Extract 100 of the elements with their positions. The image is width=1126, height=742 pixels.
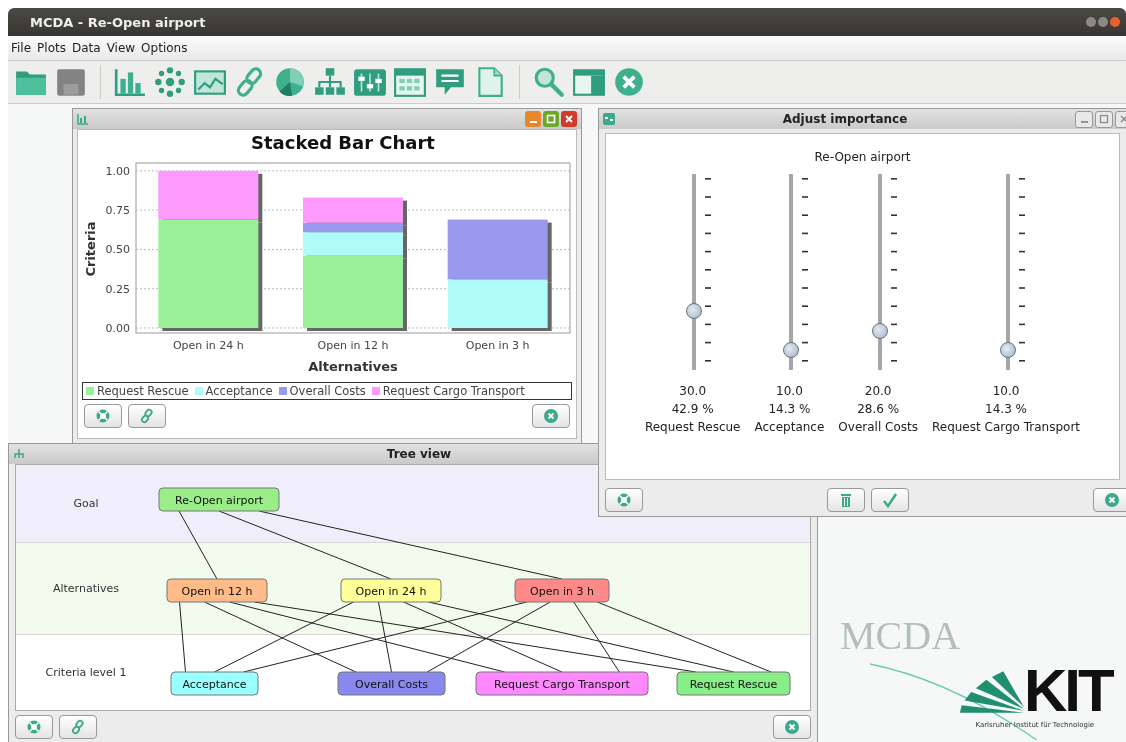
window-title: MCDA - Re-Open airport	[30, 14, 206, 30]
weight-value: 10.0	[992, 383, 1020, 400]
calendar-icon[interactable]	[393, 66, 427, 98]
delete-button[interactable]	[827, 488, 865, 512]
link-button[interactable]	[128, 404, 166, 428]
fan-logo-icon	[958, 669, 1024, 715]
link-icon	[139, 408, 155, 424]
slider-thumb[interactable]	[999, 342, 1016, 359]
window-title: Tree view	[386, 447, 452, 461]
close-icon	[1104, 492, 1120, 508]
slider-thumb[interactable]	[686, 303, 703, 320]
tree-node[interactable]: Open in 24 h	[340, 578, 442, 603]
hierarchy-icon	[13, 448, 25, 460]
menu-item[interactable]: Options	[140, 41, 189, 55]
close-icon	[543, 408, 559, 424]
logo-text: KIT	[1024, 667, 1112, 715]
close-button[interactable]	[1110, 17, 1120, 27]
close-button[interactable]	[561, 111, 577, 127]
menu-item[interactable]: Plots	[36, 41, 67, 55]
level-label: Alternatives	[51, 582, 121, 595]
chart-title: Stacked Bar Chart	[251, 132, 435, 153]
axis-tick-label: 0.25	[105, 282, 130, 296]
tree-node[interactable]: Overall Costs	[337, 671, 446, 696]
axis-tick-label: Open in 12 h	[317, 339, 389, 352]
menu-item[interactable]: View	[105, 41, 137, 55]
tree-node[interactable]: Request Cargo Transport	[475, 671, 649, 696]
tree-node[interactable]: Open in 3 h	[514, 578, 610, 603]
criterion-label: Request Cargo Transport	[931, 419, 1081, 436]
maximize-button[interactable]	[543, 111, 559, 127]
close-button[interactable]	[1093, 488, 1126, 512]
window-title: Adjust importance	[782, 112, 908, 126]
menu-item[interactable]: File	[10, 41, 33, 55]
sliders-icon	[603, 113, 615, 125]
close-icon[interactable]	[612, 66, 646, 98]
axis-tick-label: 0.50	[105, 243, 130, 257]
close-button[interactable]	[532, 404, 570, 428]
link-icon	[70, 719, 86, 735]
level-label: Criteria level 1	[44, 666, 128, 679]
help-button[interactable]	[84, 404, 122, 428]
axis-tick-label: 0.00	[105, 322, 130, 335]
axis-tick-label: 0.75	[105, 204, 130, 218]
x-axis-title: Alternatives	[308, 359, 398, 374]
lifebuoy-icon	[95, 408, 111, 424]
close-icon	[563, 113, 575, 125]
bar-chart-icon	[77, 113, 89, 125]
minimize-button[interactable]	[525, 111, 541, 127]
lifebuoy-icon	[26, 719, 42, 735]
close-icon	[784, 719, 800, 735]
scatter-icon[interactable]	[153, 66, 187, 98]
link-button[interactable]	[59, 715, 97, 739]
axis-tick-label: Open in 3 h	[465, 339, 530, 352]
connector-line	[179, 601, 186, 673]
close-button[interactable]	[773, 715, 811, 739]
weight-percent: 28.6 %	[857, 401, 900, 418]
search-icon[interactable]	[532, 66, 566, 98]
watermark-text: MCDA	[840, 612, 961, 659]
weight-percent: 42.9 %	[671, 401, 714, 418]
criterion-label: Request Rescue	[644, 419, 741, 436]
checkmark-icon	[882, 492, 898, 508]
lifebuoy-icon	[616, 492, 632, 508]
pie-chart-icon[interactable]	[273, 66, 307, 98]
axis-tick-label: 1.00	[105, 164, 130, 178]
sliders-icon[interactable]	[353, 66, 387, 98]
tree-node[interactable]: Acceptance	[170, 671, 259, 696]
weight-percent: 14.3 %	[768, 401, 811, 418]
minimize-button[interactable]	[1075, 110, 1093, 128]
slider-thumb[interactable]	[782, 342, 799, 359]
legend-label: Request Rescue	[97, 384, 189, 398]
legend-label: Overall Costs	[289, 384, 366, 398]
weight-value: 30.0	[679, 383, 707, 400]
hierarchy-icon[interactable]	[313, 66, 347, 98]
menu-item[interactable]: Data	[70, 41, 102, 55]
maximize-icon	[545, 113, 557, 125]
trash-icon	[838, 492, 854, 508]
axis-tick-label: Open in 24 h	[172, 339, 244, 352]
level-label: Goal	[72, 497, 100, 510]
y-axis-title: Criteria	[83, 221, 98, 277]
layout-icon[interactable]	[572, 66, 606, 98]
tree-node[interactable]: Request Rescue	[676, 671, 791, 696]
tree-node[interactable]: Re-Open airport	[158, 487, 280, 512]
weight-percent: 14.3 %	[985, 401, 1027, 418]
help-button[interactable]	[15, 715, 53, 739]
goal-label: Re-Open airport	[814, 150, 911, 164]
maximize-button[interactable]	[1098, 17, 1108, 27]
legend-label: Request Cargo Transport	[382, 384, 525, 398]
criterion-label: Overall Costs	[838, 419, 918, 436]
minimize-button[interactable]	[1086, 17, 1096, 27]
bar-chart-icon[interactable]	[113, 66, 147, 98]
maximize-icon	[1098, 113, 1110, 125]
help-button[interactable]	[605, 488, 643, 512]
weight-value: 10.0	[776, 383, 803, 400]
criterion-label: Acceptance	[754, 419, 825, 436]
apply-button[interactable]	[871, 488, 909, 512]
minimize-icon	[1080, 120, 1088, 124]
tree-node[interactable]: Open in 12 h	[166, 578, 268, 603]
slider-thumb[interactable]	[871, 322, 888, 339]
weight-value: 20.0	[864, 383, 892, 400]
minimize-icon	[529, 120, 537, 124]
maximize-button[interactable]	[1095, 110, 1113, 128]
legend-label: Acceptance	[205, 384, 273, 398]
